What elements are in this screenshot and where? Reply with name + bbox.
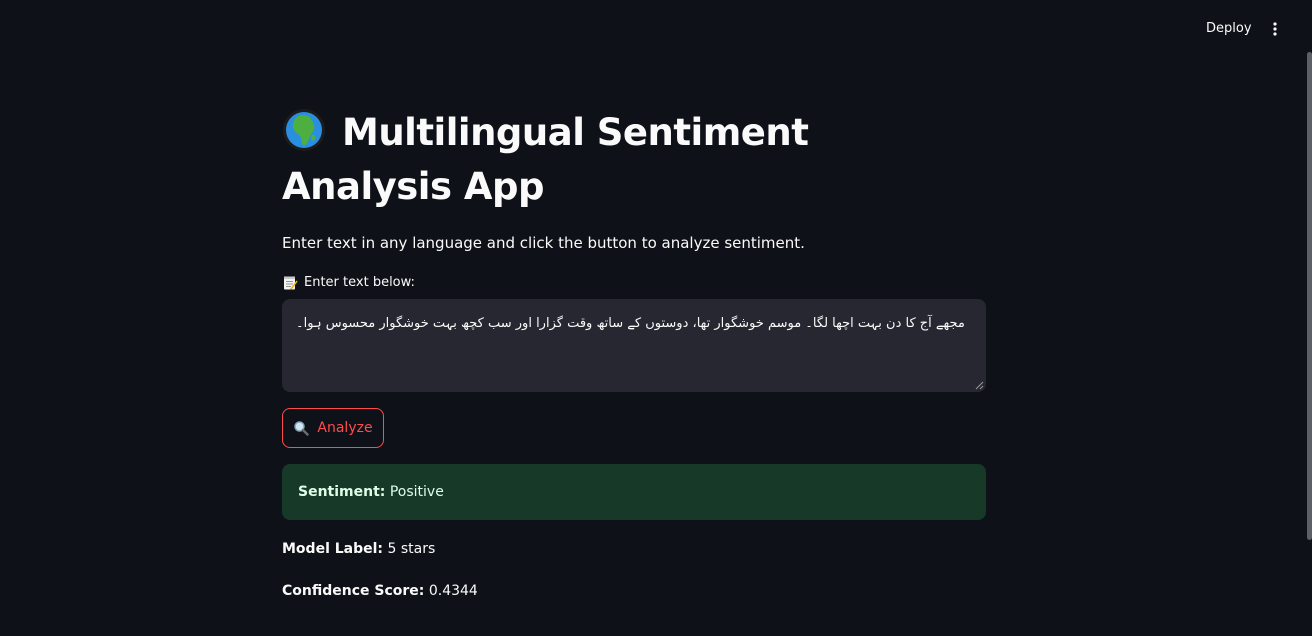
analyze-button-label: Analyze xyxy=(317,420,373,436)
sentiment-value: Positive xyxy=(389,484,444,500)
model-label-line: Model Label: 5 stars xyxy=(282,539,435,559)
confidence-score-value: 0.4344 xyxy=(428,583,478,599)
text-input-label: Enter text below: xyxy=(282,274,415,292)
sentiment-label: Sentiment: xyxy=(298,484,386,500)
globe-africa-icon xyxy=(283,109,325,151)
sentiment-result-alert: Sentiment: Positive xyxy=(282,464,986,520)
scrollbar[interactable] xyxy=(1304,0,1312,636)
main-menu-button[interactable] xyxy=(1263,16,1287,42)
text-input-container[interactable]: مجھے آج کا دن بہت اچھا لگا۔ موسم خوشگوار… xyxy=(282,299,986,392)
deploy-button[interactable]: Deploy xyxy=(1196,16,1262,42)
confidence-score-label: Confidence Score: xyxy=(282,583,425,599)
analyze-button[interactable]: Analyze xyxy=(282,408,384,448)
model-label-label: Model Label: xyxy=(282,541,384,557)
text-input[interactable]: مجھے آج کا دن بہت اچھا لگا۔ موسم خوشگوار… xyxy=(282,299,986,392)
memo-icon xyxy=(284,276,298,290)
app-window: Deploy Multilingual Sentiment Analysis A… xyxy=(0,0,1312,636)
confidence-score-line: Confidence Score: 0.4344 xyxy=(282,581,478,601)
page-subtitle: Enter text in any language and click the… xyxy=(282,234,805,252)
scrollbar-thumb[interactable] xyxy=(1307,52,1312,540)
magnifying-glass-icon xyxy=(294,421,310,436)
page-title: Multilingual Sentiment Analysis App xyxy=(282,111,809,208)
more-vertical-icon xyxy=(1273,22,1277,36)
text-input-label-text: Enter text below: xyxy=(304,275,415,290)
resize-handle-icon[interactable] xyxy=(974,380,984,390)
top-toolbar: Deploy xyxy=(0,0,1312,56)
page-title-row: Multilingual Sentiment Analysis App xyxy=(282,106,986,214)
model-label-value: 5 stars xyxy=(387,541,436,557)
